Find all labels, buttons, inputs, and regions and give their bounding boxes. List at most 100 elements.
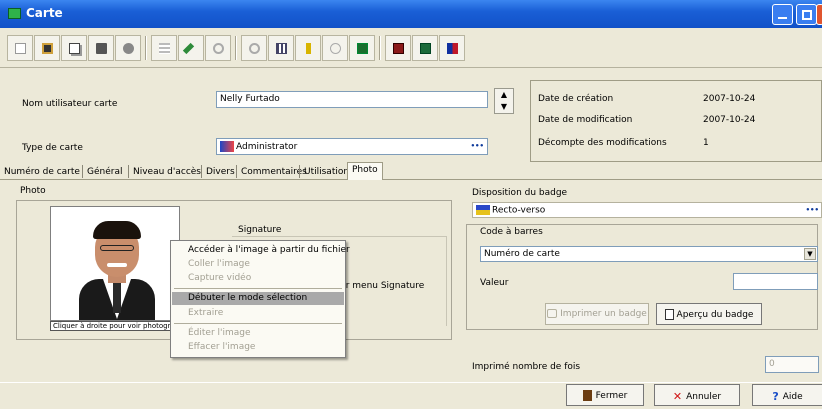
title-bar: Carte — [0, 0, 822, 28]
delete-button[interactable] — [88, 35, 114, 61]
tab-access-level[interactable]: Niveau d'accès — [131, 165, 201, 180]
minimize-button[interactable] — [772, 4, 793, 25]
badge-layout-field[interactable]: Recto-verso ••• — [472, 202, 822, 218]
photo-caption: Cliquer à droite pour voir photographie — [50, 321, 180, 331]
print-badge-button: Imprimer un badge — [545, 303, 649, 325]
export-icon — [420, 43, 431, 54]
printed-count-label: Imprimé nombre de fois — [472, 362, 581, 372]
barcode-group-label: Code à barres — [478, 227, 545, 237]
print-button[interactable] — [115, 35, 141, 61]
globe-button[interactable] — [322, 35, 348, 61]
modified-label: Date de modification — [538, 115, 633, 125]
cancel-label: Annuler — [686, 392, 722, 402]
chevron-down-icon[interactable]: ▼ — [804, 248, 816, 260]
badge-layout-label: Disposition du badge — [472, 188, 568, 198]
more-icon[interactable]: ••• — [471, 142, 484, 150]
grid-button[interactable] — [268, 35, 294, 61]
card-button[interactable] — [385, 35, 411, 61]
search-icon — [249, 43, 260, 54]
cancel-button[interactable]: ✕ Annuler — [654, 384, 740, 406]
window-title: Carte — [26, 6, 63, 20]
spin-down-icon[interactable]: ▼ — [495, 101, 513, 113]
tab-comments[interactable]: Commentaires — [239, 165, 307, 180]
signature-hint: ur menu Signature — [340, 281, 425, 291]
toolbar-separator — [145, 36, 147, 60]
delete-icon — [96, 43, 107, 54]
new-icon — [15, 43, 26, 54]
find-button[interactable] — [205, 35, 231, 61]
card-type-field[interactable]: Administrator ••• — [216, 138, 488, 155]
edit-button[interactable] — [178, 35, 204, 61]
toolbar — [0, 28, 822, 68]
print-icon — [123, 43, 134, 54]
portrait-image — [51, 207, 179, 320]
created-value: 2007-10-24 — [703, 94, 756, 104]
photo-label: Photo — [20, 186, 46, 196]
minimize-icon — [778, 17, 787, 19]
search-button[interactable] — [241, 35, 267, 61]
photo-context-menu: Accéder à l'image à partir du fichier Co… — [170, 240, 350, 358]
list-button[interactable] — [151, 35, 177, 61]
user-spinner[interactable]: ▲ ▼ — [494, 88, 514, 114]
barcode-type-value: Numéro de carte — [484, 249, 560, 259]
menu-item-video-capture: Capture vidéo — [188, 273, 252, 283]
key-button[interactable] — [295, 35, 321, 61]
modification-count-value: 1 — [703, 138, 709, 148]
door-icon — [582, 390, 592, 401]
badge-preview-button[interactable]: Aperçu du badge — [656, 303, 762, 325]
save-icon — [42, 43, 53, 54]
tab-photo[interactable]: Photo — [347, 162, 383, 180]
tab-usage[interactable]: Utilisation — [302, 165, 349, 180]
menu-item-load-from-file[interactable]: Accéder à l'image à partir du fichier — [172, 244, 350, 257]
help-label: Aide — [782, 392, 803, 402]
menu-item-clear-image: Effacer l'image — [188, 342, 256, 352]
maximize-icon — [802, 10, 812, 20]
save-button[interactable] — [34, 35, 60, 61]
find-icon — [213, 43, 224, 54]
toolbar-separator — [235, 36, 237, 60]
new-button[interactable] — [7, 35, 33, 61]
spin-up-icon[interactable]: ▲ — [495, 89, 513, 101]
key-icon — [306, 43, 311, 54]
close-dialog-button[interactable]: Fermer — [566, 384, 644, 406]
list-icon — [159, 43, 170, 54]
user-name-field[interactable]: Nelly Furtado — [216, 91, 488, 108]
printer-icon — [547, 309, 558, 318]
menu-item-edit-image: Éditer l'image — [188, 328, 251, 338]
more-icon[interactable]: ••• — [806, 206, 819, 214]
window-icon — [8, 8, 21, 19]
table-icon — [357, 43, 368, 54]
value-input[interactable] — [733, 273, 818, 290]
card-icon — [393, 43, 404, 54]
edit-icon — [182, 42, 195, 55]
badge-layout-icon — [476, 205, 490, 215]
export-button[interactable] — [412, 35, 438, 61]
menu-item-paste-image: Coller l'image — [188, 259, 250, 269]
modified-value: 2007-10-24 — [703, 115, 756, 125]
menu-item-start-selection[interactable]: Débuter le mode sélection — [172, 292, 344, 305]
user-name-label: Nom utilisateur carte — [22, 99, 118, 109]
tab-misc[interactable]: Divers — [204, 165, 235, 180]
badge-preview-label: Aperçu du badge — [676, 310, 754, 320]
close-dialog-label: Fermer — [595, 391, 628, 401]
tab-general[interactable]: Général — [85, 165, 122, 180]
menu-separator — [174, 323, 342, 324]
admin-icon — [220, 141, 234, 152]
grid-icon — [276, 43, 287, 54]
card-type-value: Administrator — [236, 142, 298, 152]
globe-icon — [330, 43, 341, 54]
help-button[interactable]: ? Aide — [752, 384, 822, 406]
tab-card-number[interactable]: Numéro de carte — [2, 165, 80, 180]
table-button[interactable] — [349, 35, 375, 61]
printed-count-field: 0 — [765, 356, 819, 373]
flag-button[interactable] — [439, 35, 465, 61]
barcode-type-select[interactable]: Numéro de carte ▼ — [480, 246, 818, 262]
card-type-label: Type de carte — [22, 143, 83, 153]
copy-button[interactable] — [61, 35, 87, 61]
maximize-button[interactable] — [796, 4, 817, 25]
photo-frame[interactable] — [50, 206, 180, 321]
copy-icon — [69, 43, 80, 54]
help-icon: ? — [772, 390, 779, 403]
print-badge-label: Imprimer un badge — [560, 309, 647, 319]
close-button[interactable] — [816, 4, 822, 25]
